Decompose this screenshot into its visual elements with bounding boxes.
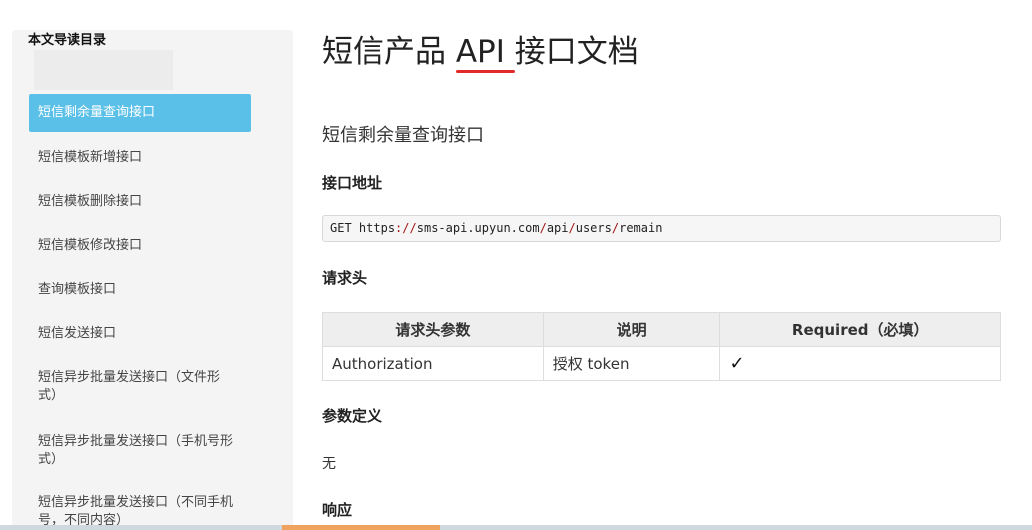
table-cell-required: ✓ [719,346,1001,381]
toc-title-background [34,50,173,90]
table-cell-description: 授权 token [542,346,721,381]
toc-item-template-add[interactable]: 短信模板新增接口 [29,149,251,167]
response-heading: 响应 [322,501,353,519]
params-value: 无 [322,456,336,472]
headers-heading: 请求头 [322,269,368,287]
horizontal-scrollbar-thumb[interactable] [282,525,440,530]
request-url: https://sms-api.upyun.com/api/users/rema… [358,221,663,235]
table-header-row: 请求头参数 说明 Required（必填） [322,312,1001,347]
toc-item-template-query[interactable]: 查询模板接口 [29,281,251,299]
params-heading: 参数定义 [322,407,383,425]
table-row: Authorization 授权 token ✓ [322,346,1001,381]
address-heading: 接口地址 [322,174,383,192]
title-api-underline [456,70,515,73]
request-method: GET [330,221,352,235]
request-headers-table: 请求头参数 说明 Required（必填） Authorization 授权 t… [322,312,1001,381]
table-header-cell: 请求头参数 [322,312,544,347]
section-title: 短信剩余量查询接口 [322,125,484,146]
toc-item-batch-file[interactable]: 短信异步批量发送接口（文件形式） [29,369,239,405]
toc-title: 本文导读目录 [28,33,107,48]
toc-item-sms-send[interactable]: 短信发送接口 [29,325,251,343]
toc-item-sms-remain-query[interactable]: 短信剩余量查询接口 [29,94,251,132]
request-url-code-block: GET https://sms-api.upyun.com/api/users/… [322,215,1001,242]
page-title: 短信产品 API 接口文档 [322,34,639,70]
horizontal-scrollbar-track[interactable] [0,525,1032,530]
check-icon: ✓ [729,353,745,374]
table-header-cell: 说明 [542,312,721,347]
table-header-cell: Required（必填） [719,312,1001,347]
toc-item-template-edit[interactable]: 短信模板修改接口 [29,237,251,255]
table-cell-param: Authorization [322,346,544,381]
toc-item-template-delete[interactable]: 短信模板删除接口 [29,193,251,211]
toc-item-batch-phone[interactable]: 短信异步批量发送接口（手机号形式） [29,433,239,469]
